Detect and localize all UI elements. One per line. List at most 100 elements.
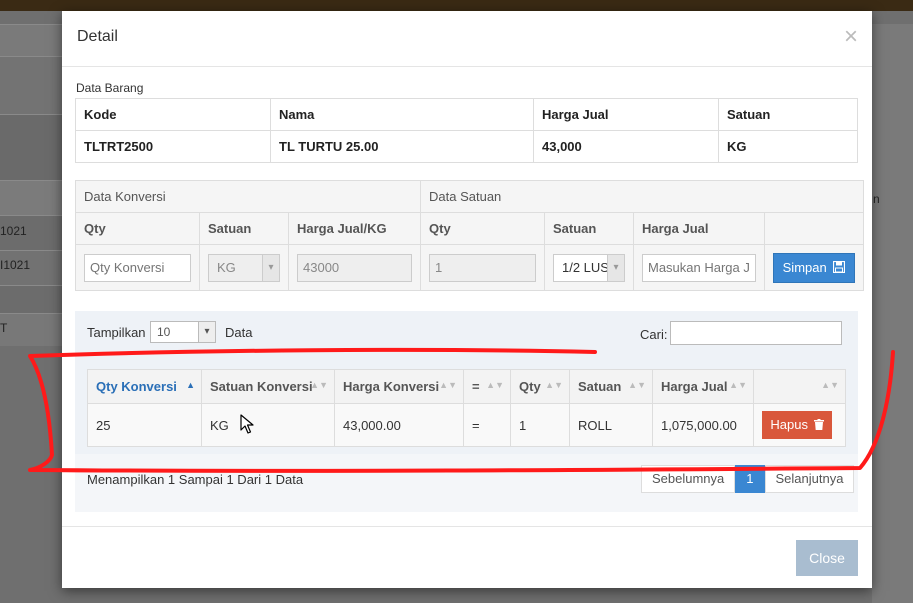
cell-harga-jual: 1,075,000.00 (652, 403, 754, 447)
background-row (0, 285, 62, 314)
sort-icon: ▲▼ (310, 380, 328, 390)
save-label: Simpan (782, 259, 827, 275)
satuan-konversi-value: KG (217, 259, 236, 275)
header-qty-satuan: Qty (420, 212, 545, 245)
column-qty[interactable]: Qty ▲▼ (510, 369, 570, 404)
harga-jual-kg-input[interactable] (297, 253, 412, 282)
form-header-row: Qty Satuan Harga Jual/KG Qty Satuan Harg… (75, 212, 864, 245)
cell-qty: 1 (510, 403, 570, 447)
page-length-value: 10 (157, 325, 171, 339)
length-suffix: Data (225, 325, 253, 340)
conversion-table: Qty Konversi ▲ Satuan Konversi ▲▼ Harga Ko… (87, 369, 846, 447)
column-satuan[interactable]: Satuan ▲▼ (569, 369, 653, 404)
search-input[interactable] (670, 321, 842, 345)
table-row: TLTRT2500 TL TURTU 25.00 43,000 KG (75, 130, 858, 163)
sort-icon: ▲▼ (545, 380, 563, 390)
qty-konversi-input[interactable] (84, 253, 191, 282)
app-top-bar (0, 0, 913, 11)
chevron-down-icon: ▾ (262, 254, 279, 281)
satuan-select[interactable]: 1/2 LUS ▾ (553, 253, 625, 282)
delete-label: Hapus (770, 417, 808, 432)
cell-nama: TL TURTU 25.00 (270, 130, 534, 163)
header-harga-jual-kg: Harga Jual/KG (288, 212, 421, 245)
column-equals[interactable]: = ▲▼ (463, 369, 511, 404)
section-label-data-barang: Data Barang (76, 81, 144, 95)
background-row-text: n (873, 192, 880, 206)
column-harga-konversi[interactable]: Harga Konversi ▲▼ (334, 369, 464, 404)
cell-harga-jual-input (633, 244, 765, 291)
pagination-next-button[interactable]: Selanjutnya (764, 465, 855, 493)
delete-button[interactable]: Hapus (762, 411, 832, 439)
sort-icon: ▲▼ (729, 380, 747, 390)
form-input-row: KG ▾ 1/2 LUS ▾ Simpan (75, 244, 864, 291)
qty-satuan-input[interactable] (429, 253, 536, 282)
cell-satuan: KG (718, 130, 858, 163)
cell-satuan: ROLL (569, 403, 653, 447)
close-button[interactable]: Close (796, 540, 858, 576)
conversion-form-table: Data Konversi Data Satuan Qty Satuan Har… (75, 180, 864, 291)
cell-action: Hapus (753, 403, 846, 447)
table-header-row: Kode Nama Harga Jual Satuan (75, 98, 858, 131)
background-row-text: T (0, 321, 8, 335)
chevron-down-icon: ▾ (198, 322, 215, 342)
length-label: Tampilkan (87, 325, 146, 340)
header-nama: Nama (270, 98, 534, 131)
close-icon[interactable]: × (844, 25, 858, 49)
group-header-row: Data Konversi Data Satuan (75, 180, 864, 213)
cell-harga-input (288, 244, 421, 291)
save-button[interactable]: Simpan (773, 252, 855, 283)
background-row-text: I1021 (0, 258, 31, 272)
column-satuan-konversi[interactable]: Satuan Konversi ▲▼ (201, 369, 335, 404)
background-row-text: 1021 (0, 224, 27, 238)
table-header-row: Qty Konversi ▲ Satuan Konversi ▲▼ Harga Ko… (87, 369, 846, 404)
header-satuan: Satuan (718, 98, 858, 131)
trash-icon (813, 419, 824, 430)
harga-jual-input[interactable] (642, 253, 756, 282)
modal-footer: Close (62, 526, 872, 589)
cell-kode: TLTRT2500 (75, 130, 271, 163)
cell-qty-konversi: 25 (87, 403, 202, 447)
cell-harga-konversi: 43,000.00 (334, 403, 464, 447)
modal-title: Detail (77, 28, 118, 45)
detail-modal: Detail × Data Barang Kode Nama Harga Jua… (62, 11, 872, 588)
group-data-satuan: Data Satuan (420, 180, 864, 213)
header-harga-jual: Harga Jual (533, 98, 719, 131)
data-barang-table: Kode Nama Harga Jual Satuan TLTRT2500 TL… (75, 98, 858, 163)
background-row (0, 313, 62, 346)
cell-save: Simpan (764, 244, 864, 291)
cell-satuan-konversi: KG (201, 403, 335, 447)
header-satuan: Satuan (199, 212, 289, 245)
sort-icon: ▲▼ (628, 380, 646, 390)
cell-satuan-satuan-select: 1/2 LUS ▾ (544, 244, 634, 291)
cell-qty-satuan-input (420, 244, 545, 291)
satuan-select-value: 1/2 LUS (562, 259, 609, 275)
chevron-down-icon: ▾ (607, 254, 624, 281)
group-data-konversi: Data Konversi (75, 180, 421, 213)
pagination-page-button[interactable]: 1 (735, 465, 765, 493)
page-length-select[interactable]: 10 ▾ (150, 321, 216, 343)
header-action (764, 212, 864, 245)
header-kode: Kode (75, 98, 271, 131)
column-qty-konversi[interactable]: Qty Konversi ▲ (87, 369, 202, 404)
mouse-cursor-icon (240, 414, 254, 434)
background-row (0, 114, 62, 181)
satuan-konversi-select[interactable]: KG ▾ (208, 253, 280, 282)
column-harga-jual[interactable]: Harga Jual ▲▼ (652, 369, 754, 404)
modal-header: Detail × (62, 11, 872, 67)
cell-satuan-select: KG ▾ (199, 244, 289, 291)
pagination-prev-button[interactable]: Sebelumnya (641, 465, 736, 493)
cell-equals: = (463, 403, 511, 447)
header-satuan-satuan: Satuan (544, 212, 634, 245)
cell-qty-input (75, 244, 200, 291)
background-row (0, 180, 62, 216)
datatable-info: Menampilkan 1 Sampai 1 Dari 1 Data (87, 472, 304, 487)
datatable-panel: Tampilkan 10 ▾ Data Cari: Qty Konversi ▲ … (75, 311, 858, 512)
floppy-disk-icon (833, 260, 846, 273)
sort-icon: ▲▼ (486, 380, 504, 390)
header-qty: Qty (75, 212, 200, 245)
search-label: Cari: (640, 327, 668, 342)
pagination: Sebelumnya 1 Selanjutnya (641, 465, 855, 493)
column-action[interactable]: ▲▼ (753, 369, 846, 404)
background-row (0, 56, 62, 115)
sort-icon: ▲▼ (439, 380, 457, 390)
